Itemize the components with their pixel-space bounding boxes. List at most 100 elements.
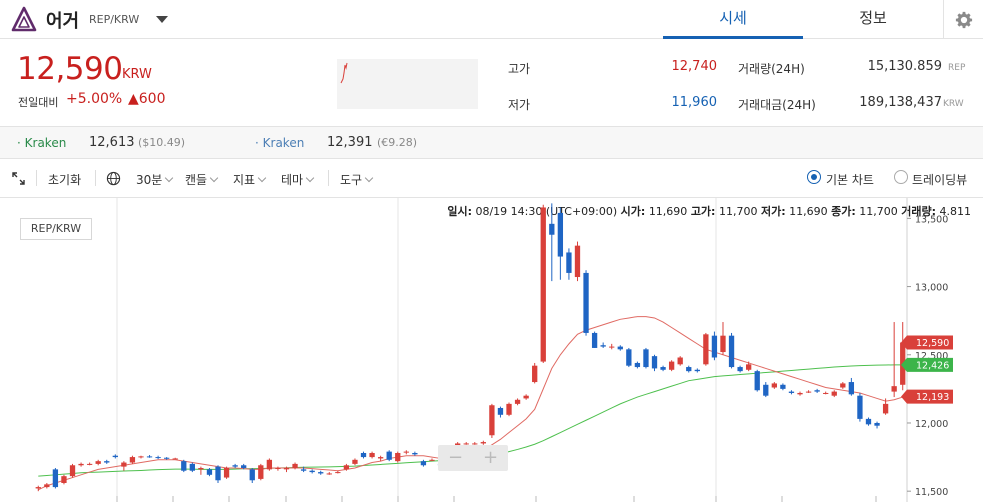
candle-body [258, 465, 264, 479]
toolbar-divider [95, 170, 96, 186]
indicator-select[interactable]: 지표 [233, 171, 267, 188]
candle-body [369, 452, 375, 458]
candle-body [763, 384, 769, 396]
candle-body [223, 467, 230, 478]
candle-body [865, 418, 872, 425]
candle-body [420, 461, 427, 466]
candle-body [215, 466, 221, 481]
candle-body [292, 463, 298, 468]
basic-chart-label[interactable]: 기본 차트 [826, 171, 874, 188]
indicator-label: 지표 [233, 173, 256, 187]
candle-body [711, 335, 718, 358]
candle-body [198, 467, 204, 470]
exchange-name-text: Kraken [262, 136, 305, 150]
amount-unit: KRW [943, 99, 964, 109]
expand-icon[interactable] [12, 172, 25, 185]
gear-icon [955, 11, 972, 28]
y-tick-label: 13,000 [915, 283, 948, 294]
tradingview-radio[interactable] [894, 170, 908, 184]
mini-chart-line [340, 62, 348, 84]
candle-body [395, 452, 401, 462]
coin-name: 어거 [46, 11, 80, 32]
candle-body [300, 469, 307, 471]
chevron-down-icon [305, 173, 315, 183]
candle-body [805, 391, 812, 393]
tradingview-label[interactable]: 트레이딩뷰 [912, 171, 967, 188]
candle-body [694, 369, 700, 372]
candle-body [52, 469, 59, 488]
zoom-control: − + [438, 445, 508, 471]
candle-body [831, 391, 837, 396]
reset-button[interactable]: 초기화 [48, 171, 81, 188]
interval-select[interactable]: 30분 [136, 171, 174, 188]
change-amount: ▲600 [128, 91, 166, 107]
candle-body [249, 469, 255, 481]
candle-body [164, 457, 170, 459]
candle-body [540, 207, 546, 362]
globe-icon[interactable] [106, 171, 121, 186]
candle-body [129, 457, 136, 463]
candle-body [737, 367, 743, 372]
candle-body [377, 457, 384, 459]
pair-dropdown-icon[interactable] [156, 16, 168, 23]
candle-body [403, 451, 409, 453]
price-tag-label: 12,426 [916, 360, 949, 371]
low-value: 11,960 [671, 95, 718, 110]
candle-body [857, 395, 863, 419]
candle-body [848, 382, 855, 395]
candle-body [754, 371, 760, 391]
candle-body [634, 362, 641, 368]
candle-body [172, 458, 178, 460]
tab-quote[interactable]: 시세 [663, 0, 803, 39]
candle-body [626, 349, 632, 366]
chart-pair-label: REP/KRW [20, 218, 92, 240]
y-tick-label: 13,500 [915, 214, 948, 225]
y-tick-label: 11,500 [915, 487, 948, 498]
price-summary: 12,590 KRW 전일대비 +5.00% ▲600 고가 12,740 저가… [0, 39, 983, 127]
candle-body [412, 452, 418, 455]
candle-body [189, 463, 195, 471]
volume-label: 거래량(24H) [738, 62, 805, 76]
candle-body [574, 245, 581, 278]
candle-body [874, 422, 880, 426]
chart-toolbar: 초기화 30분 캔들 지표 테마 도구 기본 차트 트레이딩뷰 [0, 159, 983, 198]
zoom-in-button[interactable]: + [473, 447, 508, 468]
candle-body [514, 399, 521, 404]
augur-logo-icon [11, 6, 37, 32]
chevron-down-icon [209, 173, 219, 183]
chevron-down-icon [364, 173, 374, 183]
candle-body [429, 459, 435, 461]
candle-body [591, 332, 598, 348]
theme-select[interactable]: 테마 [281, 171, 315, 188]
exchange-eur: (€9.28) [377, 136, 418, 149]
exchange-name[interactable]: · Kraken [17, 136, 66, 150]
candle-select[interactable]: 캔들 [185, 171, 219, 188]
candle-body [891, 386, 897, 392]
candle-body [600, 345, 606, 347]
candle-body [283, 467, 290, 470]
candle-body [181, 461, 187, 471]
candle-body [720, 335, 726, 353]
candle-body [44, 484, 50, 488]
exchange-name[interactable]: · Kraken [255, 136, 304, 150]
candle-body [523, 395, 529, 399]
settings-button[interactable] [943, 0, 983, 39]
candle-body [549, 223, 555, 235]
candle-body [788, 391, 795, 393]
exchange-usd: ($10.49) [138, 136, 186, 149]
candle-body [882, 403, 889, 414]
zoom-out-button[interactable]: − [438, 447, 473, 468]
low-label: 저가 [508, 98, 531, 112]
high-label: 고가 [508, 62, 531, 76]
tools-select[interactable]: 도구 [340, 171, 374, 188]
candle-body [771, 383, 777, 388]
chevron-down-icon [257, 173, 267, 183]
tab-info[interactable]: 정보 [803, 0, 943, 39]
price-tag-label: 12,590 [916, 338, 949, 349]
basic-chart-radio[interactable] [807, 170, 821, 184]
price-tag-label: 12,193 [916, 392, 949, 403]
price-unit: KRW [122, 67, 152, 82]
candle-body [506, 403, 512, 415]
current-price: 12,590 [17, 51, 123, 87]
candle-body [668, 361, 675, 370]
